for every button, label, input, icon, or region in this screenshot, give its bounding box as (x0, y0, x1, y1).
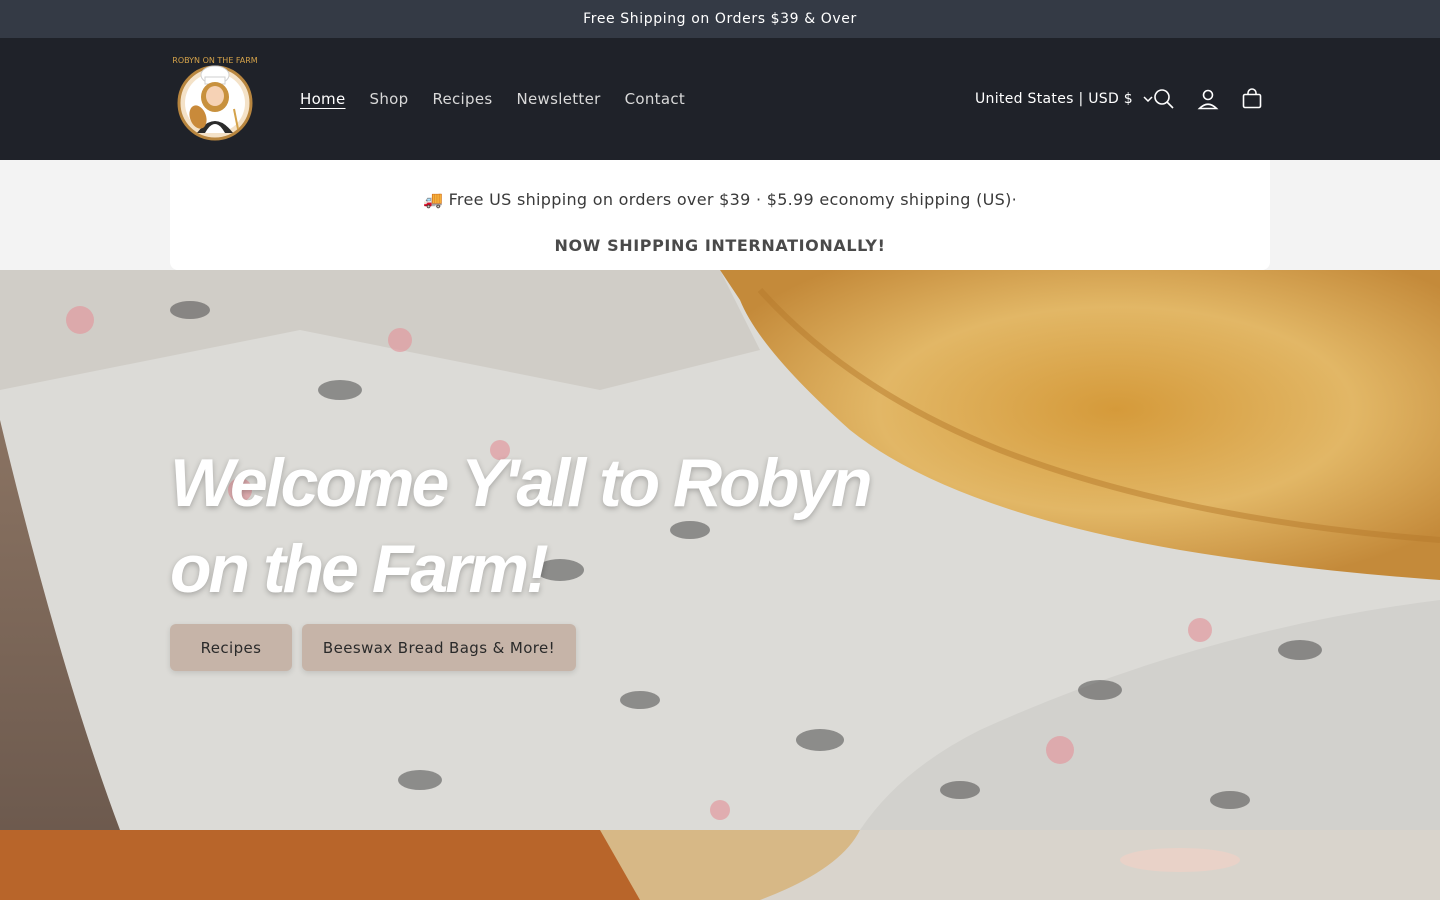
beeswax-bread-bags-button[interactable]: Beeswax Bread Bags & More! (302, 624, 576, 671)
hero-title: Welcome Y'all to Robyn on the Farm! (170, 440, 890, 612)
site-logo[interactable]: ROBYN ON THE FARM (168, 53, 262, 145)
account-icon[interactable] (1189, 80, 1227, 118)
logo-text: ROBYN ON THE FARM (172, 56, 258, 65)
site-header: ROBYN ON THE FARM Home Shop Recipes News… (0, 38, 1440, 160)
recipes-button[interactable]: Recipes (170, 624, 292, 671)
international-shipping-text: NOW SHIPPING INTERNATIONALLY! (554, 236, 886, 255)
nav-newsletter[interactable]: Newsletter (517, 90, 601, 108)
country-currency-selector[interactable]: United States | USD $ (975, 38, 1153, 160)
main-nav: Home Shop Recipes Newsletter Contact (288, 38, 697, 160)
announcement-bar: Free Shipping on Orders $39 & Over (0, 0, 1440, 38)
hero-title-line2: on the Farm! (170, 531, 549, 607)
hero-title-line1: Welcome Y'all to Robyn (170, 445, 873, 521)
nav-shop[interactable]: Shop (370, 90, 409, 108)
next-section-image (0, 830, 1440, 900)
shipping-banner: 🚚 Free US shipping on orders over $39 · … (170, 160, 1270, 270)
nav-recipes[interactable]: Recipes (432, 90, 492, 108)
hero-banner: Welcome Y'all to Robyn on the Farm! Reci… (0, 270, 1440, 830)
nav-home[interactable]: Home (300, 90, 346, 108)
country-label: United States | USD $ (975, 91, 1133, 107)
nav-contact[interactable]: Contact (625, 90, 685, 108)
announcement-text: Free Shipping on Orders $39 & Over (583, 11, 857, 27)
cart-icon[interactable] (1233, 80, 1271, 118)
shipping-banner-section: 🚚 Free US shipping on orders over $39 · … (0, 160, 1440, 270)
search-icon[interactable] (1145, 80, 1183, 118)
shipping-info-text: 🚚 Free US shipping on orders over $39 · … (422, 190, 1018, 209)
